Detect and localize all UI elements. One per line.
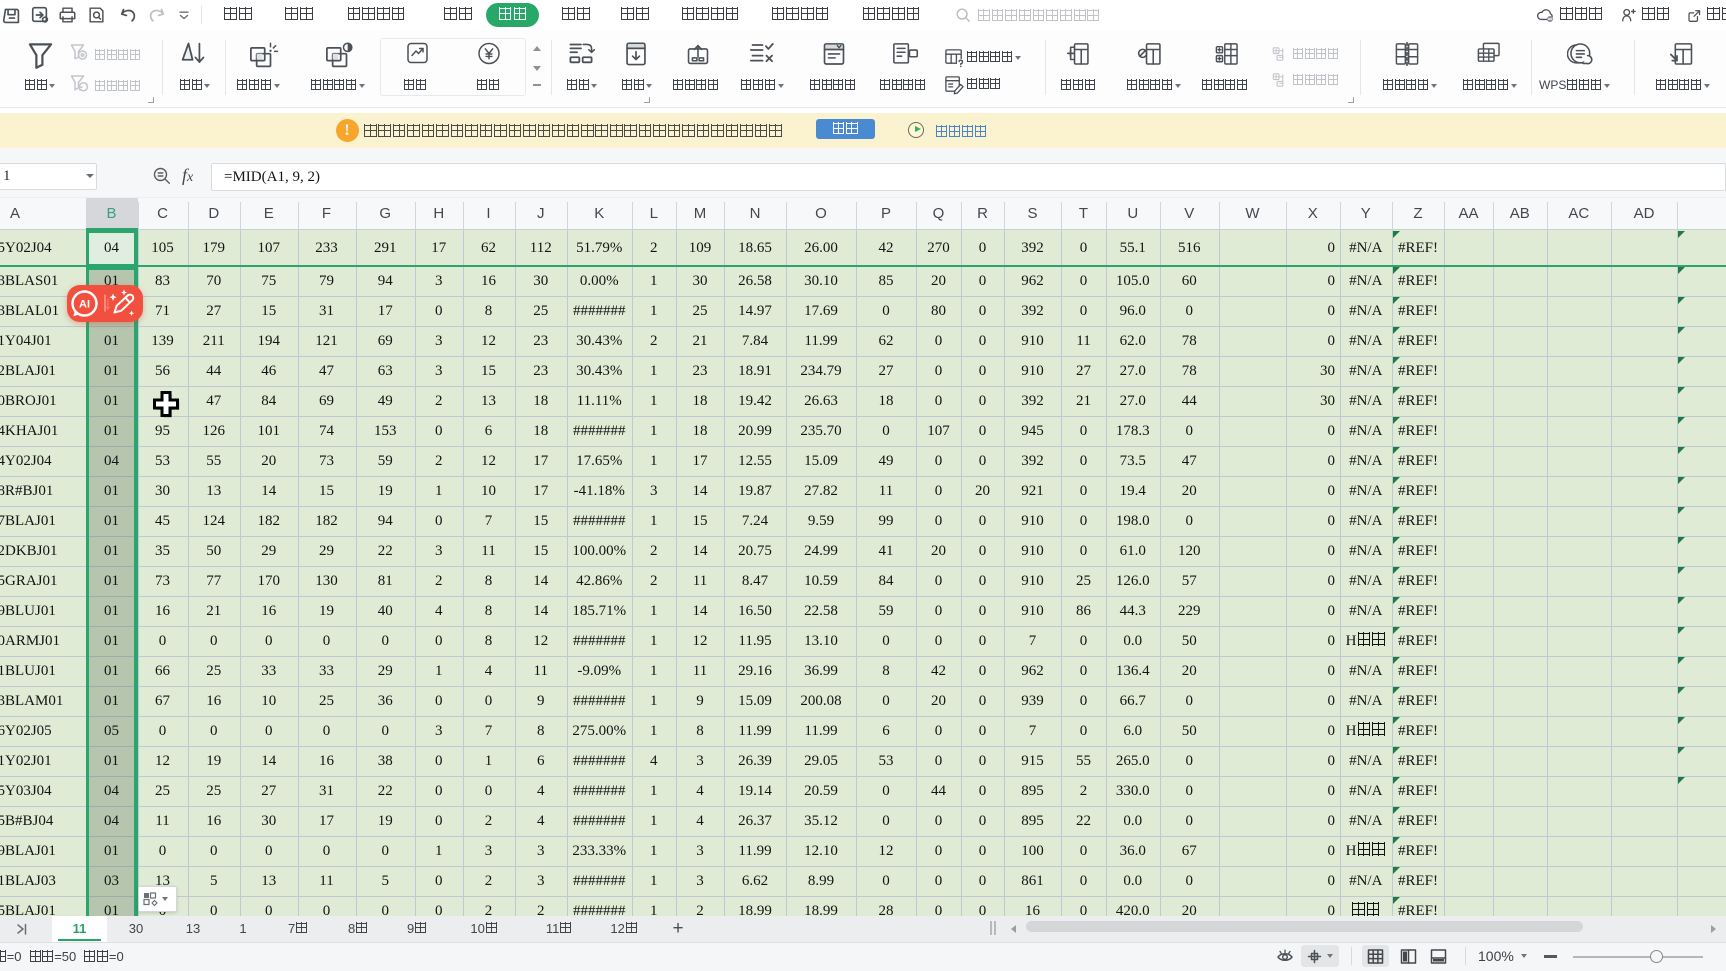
svg-text:AI: AI bbox=[79, 299, 90, 311]
